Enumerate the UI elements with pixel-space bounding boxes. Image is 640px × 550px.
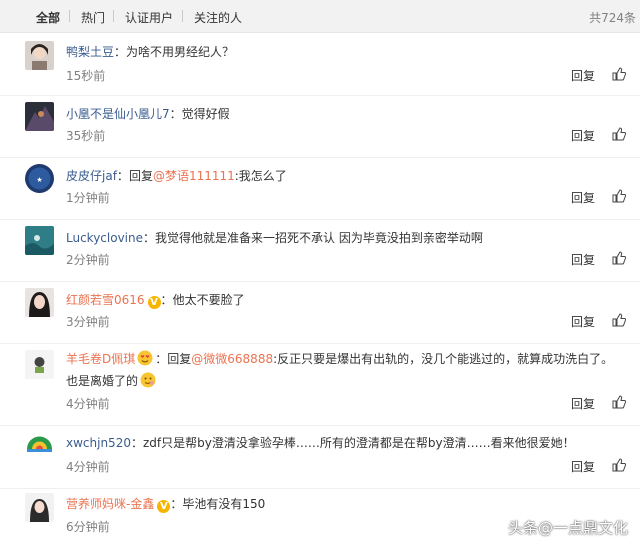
avatar[interactable] xyxy=(25,226,54,255)
thumbs-up-icon[interactable] xyxy=(612,189,626,203)
reply-button[interactable]: 回复 xyxy=(571,458,595,475)
watermark-account: 一点鼎文化 xyxy=(552,519,628,537)
comment-text: 毕池有没有150 xyxy=(182,497,266,511)
reply-button[interactable]: 回复 xyxy=(571,251,595,268)
mention-link[interactable]: @微微668888 xyxy=(191,352,273,366)
username[interactable]: 羊毛卷D佩琪 xyxy=(66,352,135,366)
tab-divider xyxy=(113,10,114,22)
heart-eyes-emoji-icon xyxy=(137,350,153,366)
watermark-brand: 头条 xyxy=(507,519,538,537)
reply-button[interactable]: 回复 xyxy=(571,313,595,330)
comment-item: 羊毛卷D佩琪 ：回复@微微668888:反正只要是爆出有出轨的，没几个能逃过的，就… xyxy=(0,343,640,426)
avatar[interactable] xyxy=(25,288,54,317)
comment-text: 为啥不用男经纪人？ xyxy=(126,45,235,59)
comment-text: :我怎么了 xyxy=(234,169,287,183)
avatar[interactable] xyxy=(25,41,54,70)
tab-verified-users[interactable]: 认证用户 xyxy=(125,9,173,26)
mention-link[interactable]: @梦语111111 xyxy=(153,169,235,183)
comment-time: 1分钟前 xyxy=(66,191,110,205)
avatar[interactable]: ★ xyxy=(25,164,54,193)
reply-prefix: 回复 xyxy=(128,169,153,183)
colon: ： xyxy=(170,497,183,511)
tab-all[interactable]: 全部 xyxy=(36,9,60,26)
colon: ： xyxy=(114,45,127,59)
comment-content: Luckyclovine：我觉得他就是准备来一招死不承认 因为毕竟没拍到亲密举动… xyxy=(66,229,624,247)
watermark-at: @ xyxy=(537,519,553,537)
comment-text: 我觉得他就是准备来一招死不承认 因为毕竟没拍到亲密举动啊 xyxy=(155,231,483,245)
username[interactable]: 红颜若雪0616 xyxy=(66,293,145,307)
tab-divider xyxy=(182,10,183,22)
comment-time: 35秒前 xyxy=(66,129,106,143)
comment-item: Luckyclovine：我觉得他就是准备来一招死不承认 因为毕竟没拍到亲密举动… xyxy=(0,219,640,282)
colon: ： xyxy=(169,107,182,121)
tab-divider xyxy=(69,10,70,22)
username[interactable]: 营养师妈咪-金鑫 xyxy=(66,497,154,511)
comment-content: 皮皮仔jaf：回复@梦语111111:我怎么了 xyxy=(66,167,624,185)
comment-time: 2分钟前 xyxy=(66,253,110,267)
comment-content: 小凰不是仙小凰儿7：觉得好假 xyxy=(66,105,624,123)
comment-filter-tabs: 全部 热门 认证用户 关注的人 共724条 xyxy=(0,0,640,33)
reply-button[interactable]: 回复 xyxy=(571,127,595,144)
reply-prefix: 回复 xyxy=(167,352,192,366)
colon: ： xyxy=(116,169,129,183)
username[interactable]: 小凰不是仙小凰儿7 xyxy=(66,107,170,121)
comment-item: 红颜若雪0616 V ：他太不要脸了 3分钟前 回复 xyxy=(0,281,640,344)
reply-button[interactable]: 回复 xyxy=(571,67,595,84)
thumbs-up-icon[interactable] xyxy=(612,67,626,81)
tab-following[interactable]: 关注的人 xyxy=(194,9,242,26)
reply-button[interactable]: 回复 xyxy=(571,189,595,206)
smirk-emoji-icon xyxy=(140,372,156,388)
username[interactable]: 皮皮仔jaf xyxy=(66,169,117,183)
comment-item: xwchjn520：zdf只是帮by澄清没拿验孕棒……所有的澄清都是在帮by澄清… xyxy=(0,426,640,489)
thumbs-up-icon[interactable] xyxy=(612,127,626,141)
thumbs-up-icon[interactable] xyxy=(612,251,626,265)
username[interactable]: 鸭梨土豆 xyxy=(66,45,114,59)
toutiao-watermark: 头条@一点鼎文化 xyxy=(508,517,628,538)
username[interactable]: xwchjn520 xyxy=(66,436,131,450)
avatar[interactable] xyxy=(25,493,54,522)
comment-text: 他太不要脸了 xyxy=(172,293,245,307)
verified-badge-icon: V xyxy=(157,500,171,513)
tab-hot[interactable]: 热门 xyxy=(81,9,105,26)
comment-text: 觉得好假 xyxy=(181,107,230,121)
comment-content: 营养师妈咪-金鑫 V ：毕池有没有150 xyxy=(66,495,624,513)
thumbs-up-icon[interactable] xyxy=(612,458,626,472)
comment-content: 红颜若雪0616 V ：他太不要脸了 xyxy=(66,291,624,309)
comment-total-count: 共724条 xyxy=(589,11,636,25)
username[interactable]: Luckyclovine xyxy=(66,231,143,245)
svg-text:★: ★ xyxy=(36,176,42,184)
comment-time: 4分钟前 xyxy=(66,460,110,474)
colon: ： xyxy=(130,436,143,450)
thumbs-up-icon[interactable] xyxy=(612,313,626,327)
thumbs-up-icon[interactable] xyxy=(612,395,626,409)
avatar[interactable] xyxy=(25,102,54,131)
colon: ： xyxy=(160,293,173,307)
comment-item: 小凰不是仙小凰儿7：觉得好假 35秒前 回复 xyxy=(0,95,640,158)
comment-time: 4分钟前 xyxy=(66,397,110,411)
reply-button[interactable]: 回复 xyxy=(571,395,595,412)
verified-badge-icon: V xyxy=(147,296,161,309)
comment-time: 3分钟前 xyxy=(66,315,110,329)
comment-content: xwchjn520：zdf只是帮by澄清没拿验孕棒……所有的澄清都是在帮by澄清… xyxy=(66,434,624,452)
comment-text: zdf只是帮by澄清没拿验孕棒……所有的澄清都是在帮by澄清……看来他很爱她！ xyxy=(142,436,575,450)
comment-time: 6分钟前 xyxy=(66,520,110,534)
comment-time: 15秒前 xyxy=(66,69,106,83)
colon: ： xyxy=(143,231,156,245)
avatar[interactable] xyxy=(25,431,54,460)
comment-content: 鸭梨土豆：为啥不用男经纪人？ xyxy=(66,43,624,61)
avatar[interactable] xyxy=(25,350,54,379)
comment-item: ★ 皮皮仔jaf：回复@梦语111111:我怎么了 1分钟前 回复 xyxy=(0,157,640,220)
comment-item: 鸭梨土豆：为啥不用男经纪人？ 15秒前 回复 xyxy=(0,33,640,96)
colon: ： xyxy=(155,352,168,366)
comment-content: 羊毛卷D佩琪 ：回复@微微668888:反正只要是爆出有出轨的，没几个能逃过的，就… xyxy=(66,348,624,392)
